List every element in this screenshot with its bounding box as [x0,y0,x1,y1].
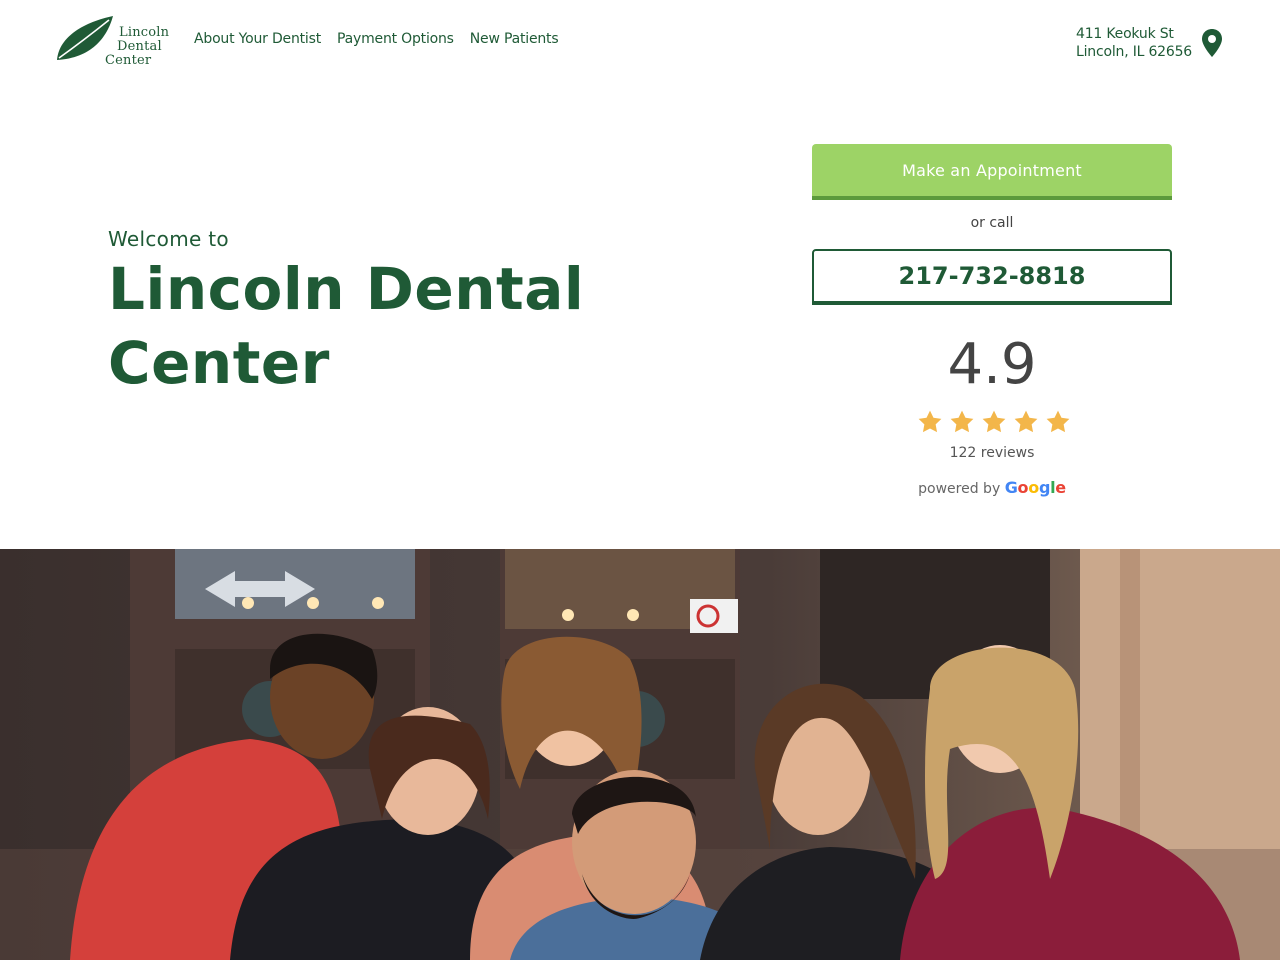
rating-score: 4.9 [947,332,1037,397]
star-icon [1046,410,1070,433]
logo-text-line3: Center [105,53,152,68]
star-icon [1014,410,1038,433]
rating-stars [917,409,1071,435]
star-icon [950,410,974,433]
logo[interactable]: Lincoln Dental Center [55,14,183,68]
address-street: 411 Keokuk St [1076,26,1174,42]
map-pin-icon[interactable] [1201,28,1223,58]
logo-text-line1: Lincoln [119,25,170,40]
team-photo [0,549,1280,960]
logo-text-line2: Dental [117,39,162,54]
welcome-text: Welcome to [108,227,229,251]
reviews-count[interactable]: 122 reviews [812,445,1172,461]
powered-by: powered by Google [812,478,1172,497]
nav-new-patients[interactable]: New Patients [470,31,559,47]
phone-button[interactable]: 217-732-8818 [812,249,1172,305]
star-icon [982,410,1006,433]
team-photo-illustration [0,549,1280,960]
star-icon [918,410,942,433]
address[interactable]: 411 Keokuk St Lincoln, IL 62656 [1076,25,1192,61]
main-nav: About Your Dentist Payment Options New P… [194,31,559,47]
powered-by-text: powered by [918,481,1001,497]
page: Lincoln Dental Center About Your Dentist… [0,0,1280,960]
nav-payment-options[interactable]: Payment Options [337,31,454,47]
address-city: Lincoln, IL 62656 [1076,44,1193,60]
site-header: Lincoln Dental Center About Your Dentist… [0,0,1280,90]
nav-about-your-dentist[interactable]: About Your Dentist [194,31,321,47]
google-logo: Google [1004,478,1066,497]
or-call-text: or call [970,215,1014,231]
make-appointment-button[interactable]: Make an Appointment [812,144,1172,200]
page-title: Lincoln Dental Center [108,255,585,397]
